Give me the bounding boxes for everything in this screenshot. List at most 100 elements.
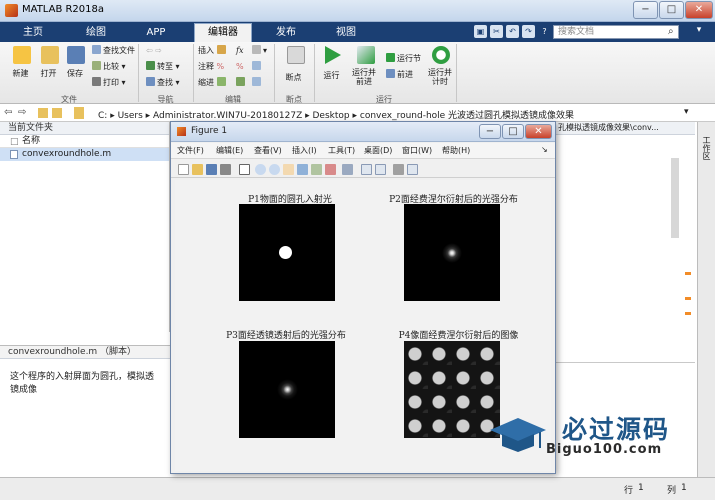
menu-desktop[interactable]: 桌面(D)	[364, 145, 392, 156]
back-arrow-icon[interactable]: ⇦	[4, 107, 12, 118]
maximize-button[interactable]: □	[659, 1, 684, 19]
run-section-label: 运行节	[397, 54, 421, 63]
show-plot-tools-icon[interactable]	[407, 164, 418, 175]
subplot-2-axes[interactable]	[404, 204, 500, 301]
new-button[interactable]: 新建	[10, 46, 31, 79]
subplot-3-axes[interactable]	[239, 341, 335, 438]
browse-folder-icon[interactable]	[52, 108, 62, 118]
menu-window[interactable]: 窗口(W)	[402, 145, 432, 156]
insert-label: 插入	[198, 46, 214, 55]
insert-colorbar-icon[interactable]	[361, 164, 372, 175]
redo-quick-icon[interactable]: ↷	[522, 25, 535, 38]
link-plot-icon[interactable]	[342, 164, 353, 175]
new-figure-icon[interactable]	[178, 164, 189, 175]
open-button[interactable]: 打开	[38, 46, 59, 79]
save-quick-icon[interactable]: ▣	[474, 25, 487, 38]
comment-button[interactable]: 注释 %	[198, 61, 224, 73]
forward-arrow-icon[interactable]: ⇨	[18, 107, 26, 118]
name-column-label: 名称	[22, 136, 41, 146]
zoom-out-icon[interactable]	[269, 164, 280, 175]
zoom-in-icon[interactable]	[255, 164, 266, 175]
print-button[interactable]: 打印 ▾	[92, 77, 126, 89]
breadcrumb-segment[interactable]: Administrator.WIN7U-20180127Z	[153, 111, 302, 121]
figure-maximize-button[interactable]: □	[502, 124, 524, 139]
pan-icon[interactable]	[283, 164, 294, 175]
file-list-item[interactable]: convexroundhole.m	[0, 148, 169, 161]
warning-marker[interactable]	[685, 272, 691, 275]
edit-plot-icon[interactable]	[239, 164, 250, 175]
menu-view[interactable]: 查看(V)	[254, 145, 282, 156]
tab-view[interactable]: 视图	[320, 24, 372, 41]
indent-more-icon[interactable]	[236, 77, 247, 89]
run-and-time-button[interactable]: 运行并 计时	[428, 46, 452, 86]
brush-icon[interactable]	[325, 164, 336, 175]
menu-tools[interactable]: 工具(T)	[328, 145, 355, 156]
warning-marker[interactable]	[685, 312, 691, 315]
navigate-group-label: 导航	[157, 95, 174, 104]
advance-button[interactable]: 前进	[386, 69, 413, 81]
navigate-back-button[interactable]: ⇦ ⇨	[146, 45, 162, 57]
column-label: 列	[667, 486, 677, 496]
insert-icon	[216, 45, 226, 54]
insert-button[interactable]: 插入	[198, 45, 228, 57]
comment-percent-icon: %	[216, 62, 225, 71]
subplot-1-axes[interactable]	[239, 204, 335, 301]
goto-button[interactable]: 转至 ▾	[146, 61, 180, 73]
menu-help[interactable]: 帮助(H)	[442, 145, 470, 156]
figure-close-button[interactable]: ✕	[525, 124, 552, 139]
breakpoints-button[interactable]: 断点	[282, 46, 305, 83]
search-documentation-input[interactable]: 搜索文档	[553, 25, 679, 39]
file-list-column-header[interactable]: □ 名称	[0, 135, 169, 148]
menu-dock-icon[interactable]: ↘	[541, 145, 548, 154]
current-folder-address-bar[interactable]: ⇦ ⇨ C: ▸ Users ▸ Administrator.WIN7U-201…	[0, 105, 715, 122]
menu-file[interactable]: 文件(F)	[177, 145, 204, 156]
tab-publish[interactable]: 发布	[262, 24, 310, 41]
save-button[interactable]: 保存	[65, 46, 85, 79]
minimize-button[interactable]: −	[633, 1, 658, 19]
column-value: 1	[681, 483, 687, 493]
edit-extra-icon-2[interactable]	[252, 61, 263, 73]
comment-toggle-icon[interactable]: %	[236, 61, 244, 73]
undo-quick-icon[interactable]: ↶	[506, 25, 519, 38]
print-figure-icon[interactable]	[220, 164, 231, 175]
insert-function-button[interactable]: fx	[236, 45, 243, 57]
workspace-collapsed-tab[interactable]: 工作区	[697, 122, 715, 477]
tab-home[interactable]: 主页	[8, 24, 58, 41]
breadcrumb-segment[interactable]: C:	[98, 111, 107, 121]
run-section-button[interactable]: 运行节	[386, 53, 421, 65]
warning-marker[interactable]	[685, 297, 691, 300]
rotate-3d-icon[interactable]	[297, 164, 308, 175]
help-quick-icon[interactable]: ?	[538, 25, 551, 38]
save-figure-icon[interactable]	[206, 164, 217, 175]
cut-quick-icon[interactable]: ✂	[490, 25, 503, 38]
tab-plots[interactable]: 绘图	[68, 24, 124, 41]
run-button[interactable]: 运行	[322, 46, 341, 81]
hide-plot-tools-icon[interactable]	[393, 164, 404, 175]
edit-extra-icon[interactable]: ▾	[252, 45, 267, 57]
ribbon-expand-icon[interactable]: ▾	[689, 25, 709, 39]
folder-up-icon[interactable]	[38, 108, 48, 118]
find-files-button[interactable]: 查找文件	[92, 45, 135, 57]
run-and-advance-button[interactable]: 运行并 前进	[352, 46, 376, 86]
open-file-icon[interactable]	[192, 164, 203, 175]
edit-extra-icon-3[interactable]	[252, 77, 263, 89]
subplot-4-axes[interactable]	[404, 341, 500, 438]
menu-edit[interactable]: 编辑(E)	[216, 145, 243, 156]
breadcrumb-segment[interactable]: Users	[118, 111, 143, 121]
indent-button[interactable]: 缩进	[198, 77, 228, 89]
editor-scrollbar[interactable]	[671, 158, 679, 238]
close-button[interactable]: ✕	[685, 1, 713, 19]
address-dropdown-icon[interactable]: ▾	[684, 107, 689, 117]
find-button[interactable]: 查找 ▾	[146, 77, 180, 89]
compare-button[interactable]: 比较 ▾	[92, 61, 126, 73]
figure-minimize-button[interactable]: −	[479, 124, 501, 139]
breadcrumb-segment[interactable]: Desktop	[313, 111, 350, 121]
root-folder-icon[interactable]	[74, 107, 84, 119]
breadcrumb-segment[interactable]: convex_round-hole 光波透过圆孔模拟透镜成像效果	[360, 111, 574, 121]
search-icon[interactable]: ⌕	[668, 26, 674, 37]
tab-editor[interactable]: 编辑器	[194, 23, 252, 42]
menu-insert[interactable]: 插入(I)	[292, 145, 317, 156]
tab-apps[interactable]: APP	[132, 24, 180, 41]
data-cursor-icon[interactable]	[311, 164, 322, 175]
insert-legend-icon[interactable]	[375, 164, 386, 175]
